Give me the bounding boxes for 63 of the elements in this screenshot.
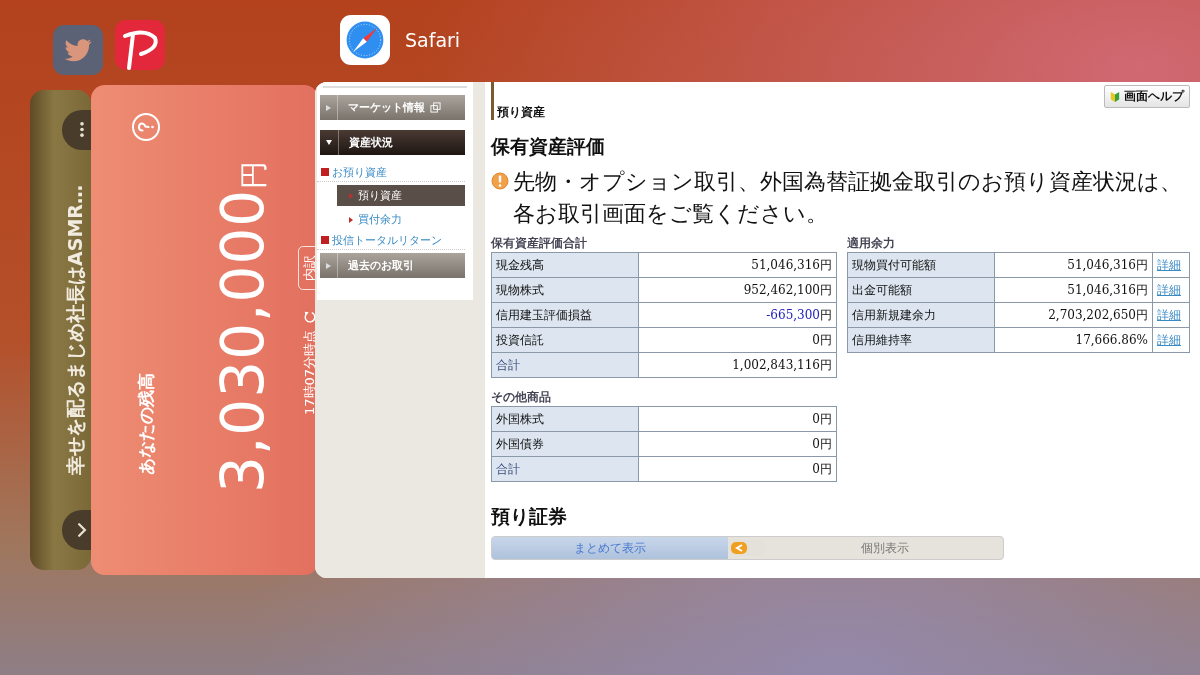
sidebar-link[interactable]: お預り資産 [317, 165, 465, 182]
table-cell: 出金可能額 [847, 277, 995, 303]
table-cell: 51,046,316円 [994, 277, 1153, 303]
sidebar-link[interactable]: 投信トータルリターン [317, 233, 465, 250]
menu-section-button[interactable]: 資産状況 [320, 130, 465, 155]
table-caption: 保有資産評価合計 [491, 235, 588, 252]
table-cell: -665,300円 [638, 302, 837, 328]
table-cell: 信用建玉評価損益 [491, 302, 639, 328]
balance-amount: 3,030,000円 [213, 158, 278, 495]
new-window-icon [430, 102, 441, 113]
compass-app-icon[interactable] [340, 15, 390, 65]
page-subtitle: 預り資産 [497, 104, 545, 120]
table-cell: 51,046,316円 [994, 252, 1153, 278]
more-button[interactable] [62, 110, 91, 150]
table-cell: 0円 [638, 406, 837, 432]
table-cell: 信用新規建余力 [847, 302, 995, 328]
bird-app-icon[interactable] [53, 25, 103, 75]
table-cell: 合計 [491, 352, 639, 378]
table-cell: 0円 [638, 431, 837, 457]
table-cell: 0円 [638, 327, 837, 353]
bullet-icon [349, 216, 353, 223]
help-icon[interactable] [131, 112, 161, 142]
section-heading: 預り証券 [491, 504, 568, 528]
table-caption: 適用余力 [847, 235, 896, 252]
table-cell: 投資信託 [491, 327, 639, 353]
table-cell: 現物株式 [491, 277, 639, 303]
leaf-mark-icon [1110, 90, 1120, 103]
warning-icon [491, 172, 509, 190]
menu-section-button[interactable]: マーケット情報 [320, 95, 465, 120]
menu-section-button[interactable]: 過去のお取引 [320, 253, 465, 278]
table-cell: 0円 [638, 456, 837, 482]
refresh-icon[interactable] [303, 309, 317, 324]
browser-app-card[interactable] [315, 82, 1200, 578]
dots-icon [80, 122, 84, 138]
video-title: 幸せを配るまじめ社長はASMR… [63, 184, 87, 477]
table-cell: 現物買付可能額 [847, 252, 995, 278]
notice-text: 先物・オプション取引、外国為替証拠金取引のお預り資産状況は、各お取引画面をご覧ください。 [513, 168, 1183, 228]
view-tab[interactable]: 個別表示 [767, 537, 1003, 559]
bullet-icon [321, 168, 329, 176]
view-tab[interactable]: まとめて表示 [492, 537, 728, 559]
chevron-button[interactable] [62, 510, 91, 550]
section-heading: 保有資産評価 [491, 134, 606, 158]
p-app-icon[interactable] [115, 20, 165, 70]
table-cell: 外国債券 [491, 431, 639, 457]
table-cell: 現金残高 [491, 252, 639, 278]
sidebar-subitem[interactable]: 預り資産 [337, 185, 465, 206]
balance-label: あなたの残高 [134, 372, 157, 475]
table-cell: 2,703,202,650円 [994, 302, 1153, 328]
table-cell: 952,462,100円 [638, 277, 837, 303]
bullet-icon [349, 192, 353, 199]
chevron-icon [78, 523, 86, 537]
table-cell: 51,046,316円 [638, 252, 837, 278]
table-caption: その他商品 [491, 389, 552, 406]
app-name: Safari [405, 29, 461, 51]
help-button[interactable]: 画面ヘルプ [1104, 85, 1190, 108]
table-cell: 合計 [491, 456, 639, 482]
bullet-icon [321, 236, 329, 244]
table-cell: 17,666.86% [994, 327, 1153, 353]
table-cell: 外国株式 [491, 406, 639, 432]
table-cell: 信用維持率 [847, 327, 995, 353]
sidebar-subitem[interactable]: 買付余力 [337, 209, 465, 230]
video-app-card[interactable]: 幸せを配るまじめ社長はASMR… [30, 90, 91, 570]
table-cell: 1,002,843,116円 [638, 352, 837, 378]
